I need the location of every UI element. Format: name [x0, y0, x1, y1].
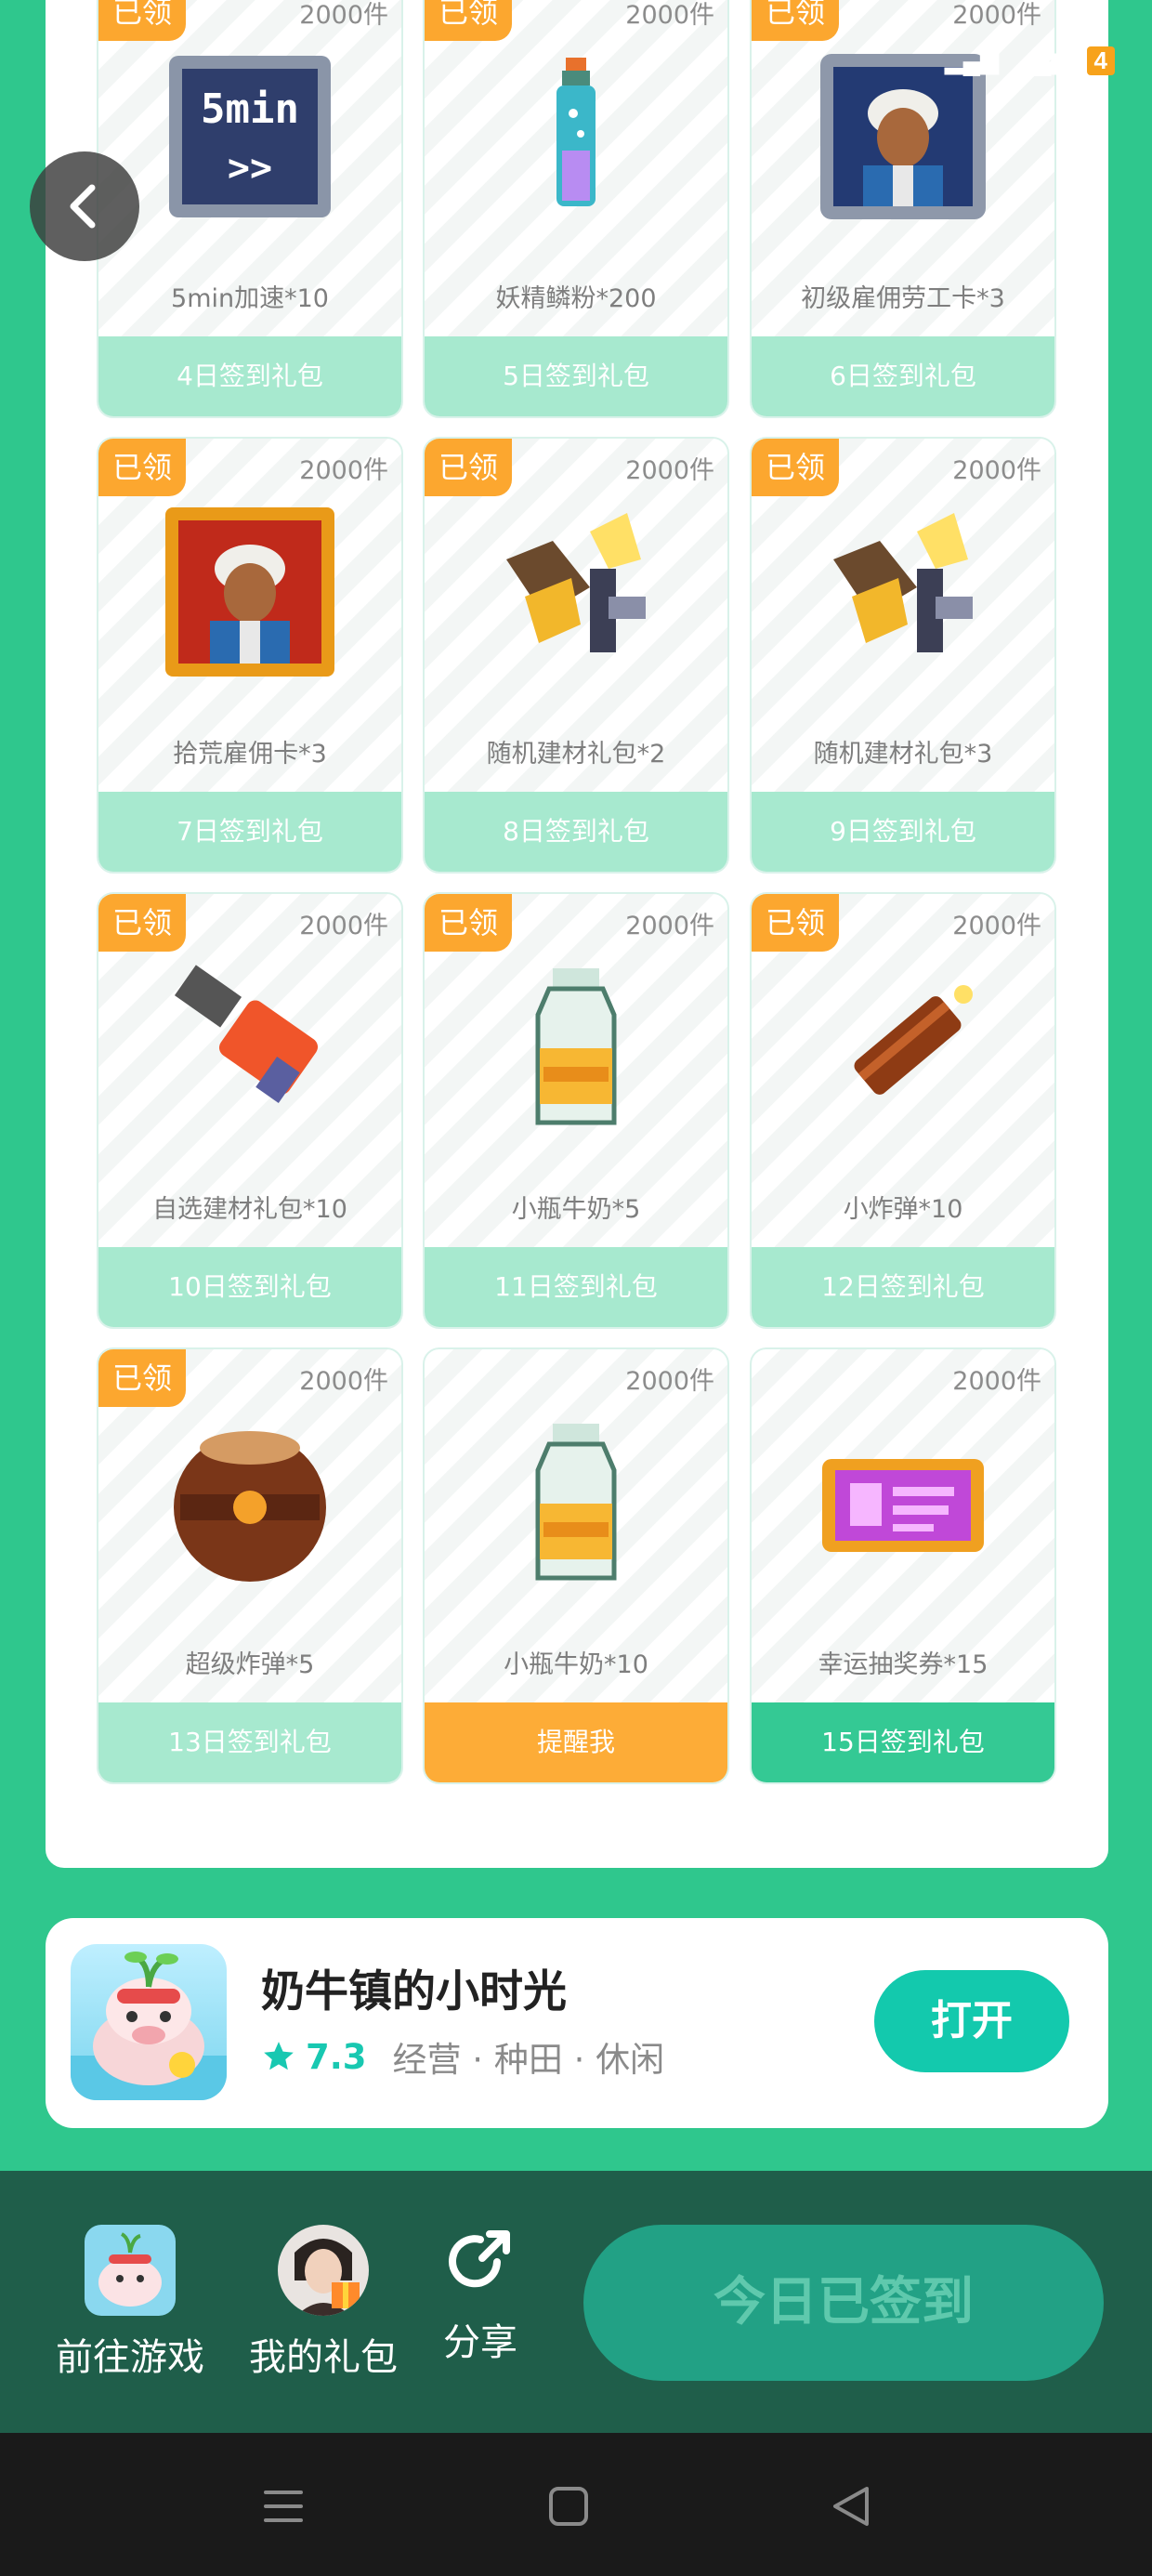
select-materials-icon — [162, 959, 338, 1136]
claimed-badge: 已领 — [752, 439, 839, 496]
stock-count: 2000件 — [952, 1367, 1041, 1396]
goto-game-button[interactable]: 前往游戏 — [46, 2225, 214, 2381]
claimed-badge: 已领 — [752, 894, 839, 952]
claimed-badge: 已领 — [98, 439, 186, 496]
gift-card[interactable]: 已领 2000件 妖精鳞粉*200 5日签到礼包 — [423, 0, 729, 418]
my-gifts-button[interactable]: 我的礼包 — [240, 2225, 407, 2381]
gift-card[interactable]: 已领 2000件 5min >> 5min加速*10 4日签到礼包 — [97, 0, 403, 418]
speedup-5min-icon: 5min >> — [162, 48, 338, 225]
gift-day-label[interactable]: 15日签到礼包 — [752, 1702, 1054, 1782]
gift-card[interactable]: 已领 2000件 随机建材礼包*2 8日签到礼包 — [423, 437, 729, 874]
rating-score: 7.3 — [306, 2036, 367, 2077]
gift-day-label: 10日签到礼包 — [98, 1247, 401, 1327]
gift-day-label: 9日签到礼包 — [752, 792, 1054, 872]
building-materials-icon — [815, 504, 991, 680]
stock-count: 2000件 — [625, 912, 714, 940]
gift-day-label: 8日签到礼包 — [425, 792, 727, 872]
game-card[interactable]: 奶牛镇的小时光 7.3 经营 · 种田 · 休闲 打开 — [46, 1918, 1108, 2128]
gift-card[interactable]: 已领 2000件 小炸弹*10 12日签到礼包 — [750, 892, 1056, 1329]
remind-me-button[interactable]: 提醒我 — [425, 1702, 727, 1782]
gift-day-label: 4日签到礼包 — [98, 336, 401, 416]
stock-count: 2000件 — [625, 1367, 714, 1396]
claimed-badge: 已领 — [98, 1349, 186, 1407]
stock-count: 2000件 — [625, 1, 714, 30]
share-label: 分享 — [443, 2321, 517, 2364]
stock-count: 2000件 — [952, 1, 1041, 30]
claimed-badge: 已领 — [425, 0, 512, 41]
gift-card[interactable]: 2000件 幸运抽奖券*15 15日签到礼包 — [750, 1347, 1056, 1784]
stock-count: 2000件 — [299, 456, 388, 485]
game-title: 奶牛镇的小时光 — [261, 1966, 567, 2017]
back-button[interactable] — [30, 151, 139, 261]
gift-card[interactable]: 已领 2000件 随机建材礼包*3 9日签到礼包 — [750, 437, 1056, 874]
gift-panel: 已领 2000件 5min >> 5min加速*10 4日签到礼包 已领 2000件 妖精… — [46, 0, 1108, 1868]
stock-count: 2000件 — [952, 912, 1041, 940]
claimed-badge: 已领 — [752, 0, 839, 41]
gift-day-label: 13日签到礼包 — [98, 1702, 401, 1782]
status-bar: ▂▄▆ ▂▄▆ 4 — [945, 46, 1115, 75]
share-button[interactable]: 分享 — [429, 2225, 531, 2366]
super-bomb-icon — [162, 1414, 338, 1591]
milk-bottle-icon — [488, 959, 664, 1136]
building-materials-icon — [488, 504, 664, 680]
lottery-ticket-icon — [815, 1414, 991, 1591]
fairy-dust-bottle-icon — [488, 48, 664, 225]
svg-text:5min: 5min — [201, 85, 299, 133]
game-small-icon — [85, 2225, 176, 2316]
stock-count: 2000件 — [299, 1, 388, 30]
game-rating: 7.3 经营 · 种田 · 休闲 — [261, 2031, 664, 2082]
gift-card[interactable]: 已领 2000件 自选建材礼包*10 10日签到礼包 — [97, 892, 403, 1329]
home-icon[interactable] — [547, 2485, 590, 2528]
back-nav-icon[interactable] — [830, 2485, 872, 2528]
share-icon — [449, 2230, 510, 2288]
gift-card[interactable]: 已领 2000件 超级炸弹*5 13日签到礼包 — [97, 1347, 403, 1784]
menu-icon[interactable] — [262, 2485, 305, 2528]
claimed-badge: 已领 — [98, 0, 186, 41]
my-gifts-label: 我的礼包 — [249, 2336, 398, 2379]
gift-day-label: 11日签到礼包 — [425, 1247, 727, 1327]
bottom-action-bar: 前往游戏 我的礼包 分享 今日已签到 — [0, 2171, 1152, 2433]
gift-card[interactable]: 已领 2000件 拾荒雇佣卡*3 7日签到礼包 — [97, 437, 403, 874]
milk-bottle-icon — [488, 1414, 664, 1591]
gift-day-label: 7日签到礼包 — [98, 792, 401, 872]
stock-count: 2000件 — [299, 1367, 388, 1396]
gift-avatar-icon — [278, 2225, 369, 2316]
star-icon — [264, 2042, 294, 2070]
gift-card[interactable]: 2000件 小瓶牛奶*10 提醒我 — [423, 1347, 729, 1784]
stock-count: 2000件 — [625, 456, 714, 485]
small-bomb-icon — [815, 959, 991, 1136]
open-game-button[interactable]: 打开 — [874, 1970, 1069, 2072]
signal-icon: ▂▄▆ — [944, 46, 1000, 74]
battery-indicator: 4 — [1086, 46, 1115, 75]
goto-game-label: 前往游戏 — [56, 2336, 204, 2379]
claimed-badge: 已领 — [425, 439, 512, 496]
gift-day-label: 12日签到礼包 — [752, 1247, 1054, 1327]
stock-count: 2000件 — [299, 912, 388, 940]
scavenger-card-icon — [162, 504, 338, 680]
chevron-left-icon — [70, 184, 96, 229]
claimed-badge: 已领 — [425, 894, 512, 952]
svg-text:>>: >> — [228, 147, 272, 190]
claimed-badge: 已领 — [98, 894, 186, 952]
game-tags: 经营 · 种田 · 休闲 — [392, 2040, 665, 2080]
gift-day-label: 6日签到礼包 — [752, 336, 1054, 416]
game-app-icon[interactable] — [71, 1944, 227, 2100]
signal-icon-2: ▂▄▆ — [1015, 46, 1070, 74]
gift-day-label: 5日签到礼包 — [425, 336, 727, 416]
gift-card[interactable]: 已领 2000件 小瓶牛奶*5 11日签到礼包 — [423, 892, 729, 1329]
stock-count: 2000件 — [952, 456, 1041, 485]
signed-today-button[interactable]: 今日已签到 — [583, 2225, 1104, 2381]
system-nav-bar — [0, 2433, 1152, 2576]
